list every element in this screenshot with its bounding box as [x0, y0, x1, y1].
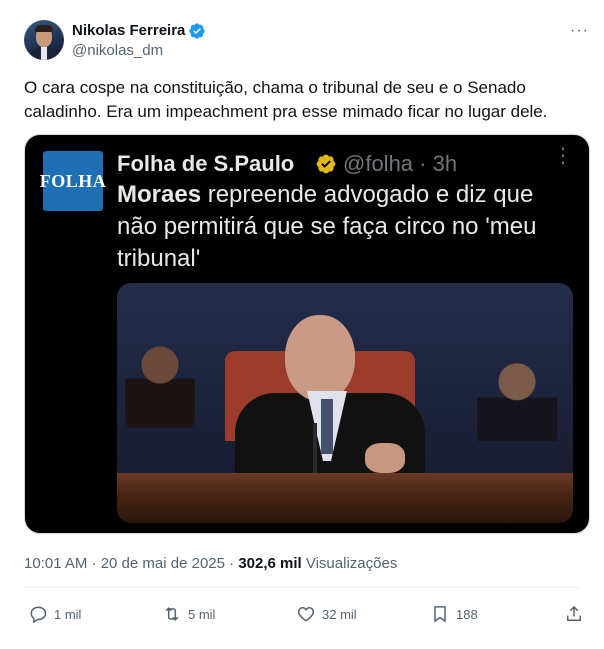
photo-person-right [477, 361, 557, 441]
avatar[interactable] [24, 20, 64, 60]
reply-icon [30, 606, 47, 624]
author-handle[interactable]: @nikolas_dm [72, 41, 163, 61]
bookmark-icon [434, 606, 446, 623]
reply-button[interactable]: 1 mil [28, 602, 81, 626]
heart-icon [297, 606, 315, 622]
share-icon [567, 605, 581, 621]
media-screenshot[interactable]: FOLHA Folha de S.Paulo @folha · 3h ⋮ Mor… [24, 134, 590, 534]
tweet: Nikolas Ferreira @nikolas_dm ··· O cara … [0, 0, 604, 649]
tweet-text: O cara cospe na constituição, chama o tr… [24, 78, 548, 121]
quoted-text-bold: Moraes [117, 181, 202, 208]
tweet-meta: 10:01 AM · 20 de mai de 2025 · 302,6 mil… [24, 554, 397, 574]
photo-tie [321, 399, 333, 454]
quoted-handle-time: @folha · 3h [343, 151, 458, 176]
views-label: Visualizações [301, 555, 398, 572]
photo-head [285, 315, 355, 401]
photo-desk [117, 473, 573, 523]
quoted-more-icon: ⋮ [553, 145, 573, 167]
photo-hand [365, 443, 405, 473]
quoted-text: Moraes repreende advogado e diz que não … [117, 179, 577, 275]
reply-count: 1 mil [54, 606, 82, 622]
verified-badge-icon [189, 23, 205, 39]
quoted-author-name: Folha de S.Paulo [117, 151, 295, 176]
folha-logo: FOLHA [40, 151, 106, 211]
quoted-photo [117, 283, 573, 523]
more-options-icon[interactable]: ··· [570, 22, 589, 40]
bookmark-button[interactable]: 188 [430, 602, 478, 626]
like-button[interactable]: 32 mil [296, 602, 357, 626]
share-button[interactable] [564, 602, 590, 626]
avatar-shirt [41, 47, 47, 60]
avatar-hair [35, 25, 53, 32]
photo-microphone [313, 423, 317, 473]
retweet-icon [165, 607, 179, 621]
author-name[interactable]: Nikolas Ferreira [72, 21, 185, 41]
like-count: 32 mil [322, 606, 357, 622]
bookmark-count: 188 [456, 606, 478, 622]
divider [24, 587, 580, 588]
timestamp[interactable]: 10:01 AM · 20 de mai de 2025 · [24, 555, 238, 572]
views-count: 302,6 mil [238, 555, 302, 572]
photo-person-left [125, 338, 195, 428]
retweet-count: 5 mil [188, 606, 216, 622]
retweet-button[interactable]: 5 mil [162, 602, 215, 626]
gold-verified-badge-icon [316, 154, 336, 174]
